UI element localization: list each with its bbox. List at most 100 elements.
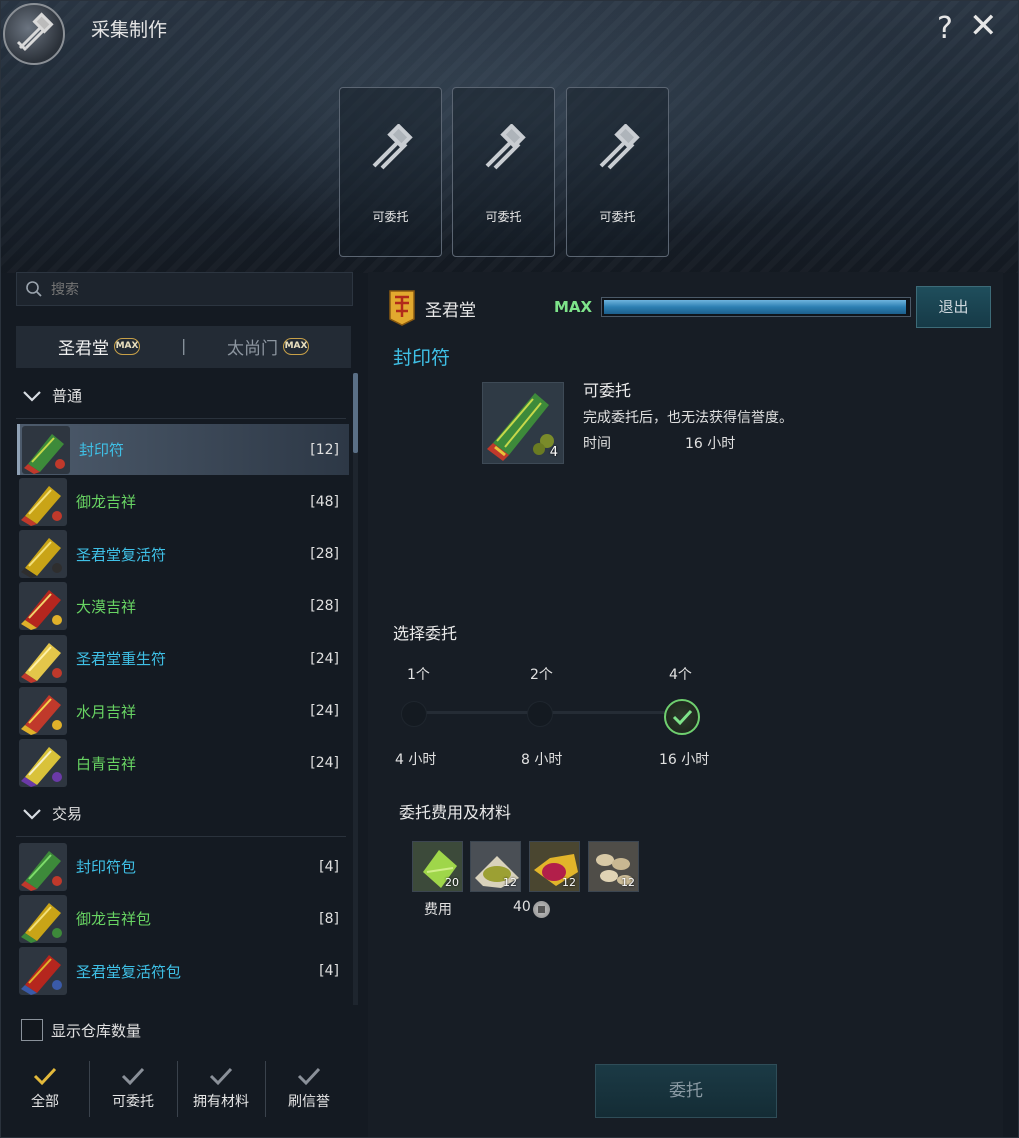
commission-submit-button[interactable]: 委托 xyxy=(595,1064,777,1118)
item-icon xyxy=(19,530,67,579)
recipe-item-qty: 4 xyxy=(549,445,558,460)
option-node-1[interactable] xyxy=(401,701,427,727)
crafting-window: 采集制作 ? ✕ 可委托 可委托 可委托 圣君堂 MAX | 太尚门 MAX 普… xyxy=(0,0,1019,1138)
category-trade[interactable]: 交易 xyxy=(16,791,346,837)
material-qty: 12 xyxy=(562,876,576,889)
option-node-2[interactable] xyxy=(527,701,553,727)
coin-icon xyxy=(533,901,550,918)
item-count: [24] xyxy=(310,650,339,667)
list-item[interactable]: 圣君堂重生符 [24] xyxy=(17,633,349,684)
tab-faction-taishangmen[interactable]: 太尚门 MAX xyxy=(227,334,309,359)
category-label: 交易 xyxy=(52,805,83,823)
scrollbar-thumb[interactable] xyxy=(353,373,358,453)
list-item[interactable]: 御龙吉祥 [48] xyxy=(17,476,349,527)
item-count: [4] xyxy=(319,858,339,875)
list-item[interactable]: 圣君堂复活符 [28] xyxy=(17,529,349,580)
item-icon xyxy=(19,894,67,943)
filter-all[interactable]: 全部 xyxy=(1,1057,89,1119)
show-storage-checkbox[interactable] xyxy=(21,1019,43,1041)
category-label: 普通 xyxy=(52,387,83,405)
category-normal[interactable]: 普通 xyxy=(16,373,346,419)
recipe-item-icon: 4 xyxy=(482,382,564,464)
item-count: [24] xyxy=(310,755,339,772)
filter-has-materials[interactable]: 拥有材料 xyxy=(177,1057,265,1119)
material-qty: 12 xyxy=(621,876,635,889)
option-hours: 16 小时 xyxy=(659,752,710,768)
option-hours: 8 小时 xyxy=(521,752,563,768)
time-label: 时间 xyxy=(583,436,611,452)
material-red-gem[interactable]: 12 xyxy=(529,841,580,892)
option-count: 4个 xyxy=(669,667,692,683)
recipe-list: 普通 封印符 [12] 御龙吉祥 [48] 圣君堂复活符 [28] 大漠吉祥 [28] 圣君堂重… xyxy=(16,373,352,1003)
chevron-down-icon xyxy=(23,390,41,402)
filter-tabs: 全部 可委托 拥有材料 刷信誉 xyxy=(1,1057,354,1119)
list-item[interactable]: 封印符 [12] xyxy=(17,424,349,475)
crafting-logo-icon xyxy=(3,3,65,65)
tools-icon xyxy=(485,124,526,170)
search-input[interactable] xyxy=(49,277,343,303)
material-bean-pile[interactable]: 12 xyxy=(588,841,639,892)
item-count: [28] xyxy=(310,598,339,615)
item-name: 圣君堂复活符包 xyxy=(76,962,182,981)
item-count: [28] xyxy=(310,546,339,563)
chevron-down-icon xyxy=(23,808,41,820)
slot-label: 可委托 xyxy=(485,210,522,224)
max-badge: MAX xyxy=(114,338,140,355)
item-count: [8] xyxy=(319,910,339,927)
item-name: 水月吉祥 xyxy=(76,702,137,721)
check-icon xyxy=(297,1067,321,1086)
recipe-description: 完成委托后，也无法获得信誉度。 xyxy=(583,410,793,426)
commission-select-title: 选择委托 xyxy=(393,624,458,643)
item-name: 白青吉祥 xyxy=(76,754,137,773)
cost-title: 委托费用及材料 xyxy=(399,803,512,822)
max-badge: MAX xyxy=(283,338,309,355)
reputation-bar xyxy=(601,297,911,317)
material-qty: 20 xyxy=(445,876,459,889)
list-item[interactable]: 封印符包 [4] xyxy=(17,841,349,892)
exit-button[interactable]: 退出 xyxy=(916,286,991,328)
tools-icon xyxy=(372,124,413,170)
item-count: [4] xyxy=(319,963,339,980)
slot-label: 可委托 xyxy=(372,210,409,224)
check-icon xyxy=(33,1067,57,1086)
search-icon xyxy=(26,281,42,297)
item-name: 圣君堂重生符 xyxy=(76,650,167,669)
item-icon xyxy=(19,634,67,683)
item-name: 御龙吉祥 xyxy=(76,493,137,512)
item-icon xyxy=(22,425,70,474)
list-item[interactable]: 白青吉祥 [24] xyxy=(17,738,349,789)
faction-name: 太尚门 xyxy=(227,339,278,359)
item-icon xyxy=(19,687,67,735)
list-item[interactable]: 御龙吉祥包 [8] xyxy=(17,893,349,944)
list-scrollbar[interactable] xyxy=(353,373,358,1005)
reputation-max-label: MAX xyxy=(554,298,593,316)
commission-slot-1[interactable]: 可委托 xyxy=(339,87,442,257)
list-item[interactable]: 水月吉祥 [24] xyxy=(17,686,349,737)
filter-reputation[interactable]: 刷信誉 xyxy=(265,1057,353,1119)
filter-commissionable[interactable]: 可委托 xyxy=(89,1057,177,1119)
check-icon xyxy=(209,1067,233,1086)
option-hours: 4 小时 xyxy=(395,752,437,768)
commission-slot-3[interactable]: 可委托 xyxy=(566,87,669,257)
material-green-leaf[interactable]: 20 xyxy=(412,841,463,892)
help-button[interactable]: ? xyxy=(937,11,953,46)
item-count: [24] xyxy=(310,703,339,719)
option-node-3-selected[interactable] xyxy=(664,699,700,735)
search-box xyxy=(16,272,353,306)
item-icon xyxy=(19,582,67,631)
item-count: [48] xyxy=(310,493,339,510)
list-item[interactable]: 圣君堂复活符包 [4] xyxy=(17,946,349,997)
material-seed-pile[interactable]: 12 xyxy=(470,841,521,892)
faction-emblem-icon xyxy=(389,290,415,326)
item-name: 封印符 xyxy=(79,441,125,459)
reputation-bar-fill xyxy=(604,300,906,314)
item-name: 封印符包 xyxy=(76,858,137,876)
commission-slot-2[interactable]: 可委托 xyxy=(452,87,555,257)
tab-faction-shengjuntang[interactable]: 圣君堂 MAX xyxy=(58,334,140,359)
tab-separator: | xyxy=(181,336,187,355)
list-item[interactable]: 大漠吉祥 [28] xyxy=(17,581,349,632)
faction-name: 圣君堂 xyxy=(58,339,109,359)
close-button[interactable]: ✕ xyxy=(969,9,998,43)
item-count: [12] xyxy=(310,441,339,458)
filter-label: 全部 xyxy=(31,1094,59,1110)
